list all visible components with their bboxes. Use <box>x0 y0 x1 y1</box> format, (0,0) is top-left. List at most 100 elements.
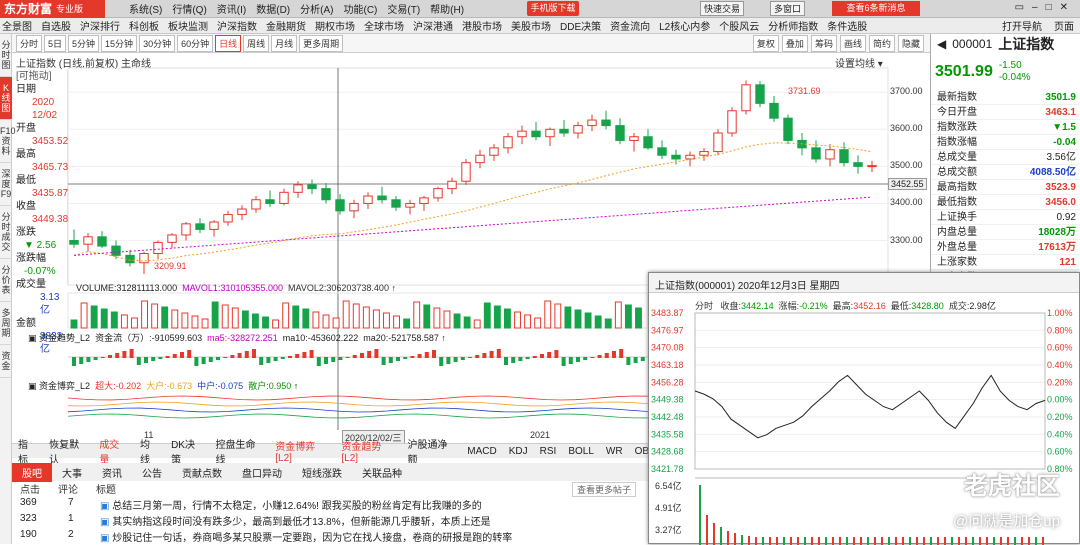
quote-value: 121 <box>1059 257 1076 268</box>
intraday-popup[interactable]: 上证指数(000001) 2020年12月3日 星期四 分时 收盘:3442.1… <box>648 272 1080 545</box>
quote-row: 最低指数 3456.0 <box>931 195 1080 210</box>
volume-bar <box>211 301 219 329</box>
cash-bar <box>144 357 148 363</box>
indicator-tab[interactable]: RSI <box>540 446 557 457</box>
volume-bar <box>443 310 451 329</box>
news-row[interactable]: 323 1 ▣ 其实纳指这段时间没有跌多少，最高到最低才13.8%，但新能源几乎腰斩… <box>20 513 648 528</box>
cash-bar <box>640 357 645 361</box>
popup-y-pct: 0.60% <box>1047 343 1073 353</box>
quote-label: 上涨家数 <box>937 257 977 268</box>
info-value: 3449.38 <box>32 214 69 225</box>
info-label: 涨跌 <box>16 227 36 238</box>
candle <box>83 233 93 252</box>
volume-bar <box>252 313 259 329</box>
cash-bar <box>403 357 408 359</box>
volume-bar <box>90 305 98 329</box>
news-clicks: 369 <box>20 497 37 508</box>
cash-bar <box>309 350 314 358</box>
volume-bar <box>574 309 582 329</box>
candle <box>811 140 821 163</box>
cash-bar <box>460 357 465 360</box>
cash-bar <box>554 350 559 358</box>
volume-bar <box>544 300 552 329</box>
intraday-price-line <box>694 374 1046 439</box>
indicator-tab[interactable]: 资金趋势[L2] <box>341 438 395 464</box>
quote-row: 外盘总量 17613万 <box>931 240 1080 255</box>
quote-label: 最低指数 <box>937 197 977 208</box>
quote-row: 最高指数 3523.9 <box>931 180 1080 195</box>
candle <box>601 110 611 130</box>
news-tab[interactable]: 短线涨跌 <box>292 463 352 482</box>
indicator-tab[interactable]: WR <box>606 446 623 457</box>
candle <box>517 125 527 145</box>
news-tab[interactable]: 大事 <box>52 463 92 482</box>
indicator-tab[interactable]: 成交量 <box>99 436 128 466</box>
volume-bar <box>624 304 632 329</box>
news-title[interactable]: ▣ 其实纳指这段时间没有跌多少，最高到最低才13.8%，但新能源几乎腰斩，本质上… <box>100 513 648 528</box>
quote-label: 内盘总量 <box>937 227 977 238</box>
indicator-tab[interactable]: 均线 <box>140 436 159 466</box>
indicator-tab[interactable]: OB <box>635 446 649 457</box>
candle <box>741 80 751 115</box>
candle <box>643 129 653 150</box>
candle <box>447 177 457 195</box>
indicator-tab[interactable]: BOLL <box>568 446 594 457</box>
price-tick: 3600.00 <box>890 123 923 134</box>
cash-bar <box>352 355 357 358</box>
indicator-tab[interactable]: MACD <box>467 446 496 457</box>
news-title-text: 总结三月第一周，行情不太稳定，小赚12.64%! 跟我买股的粉丝肯定有比我赚的多… <box>112 501 482 512</box>
cash-bar <box>187 350 192 358</box>
volume-bar <box>483 302 491 329</box>
cash-bar <box>532 356 537 358</box>
news-comments: 2 <box>68 529 74 540</box>
news-title[interactable]: ▣ 炒股记住一句话，券商喝多某只股票一定要跑，因为它在找人接盘，卷商的研报是跑的… <box>100 529 648 544</box>
candle <box>307 179 317 195</box>
news-tab[interactable]: 贡献点数 <box>172 463 232 482</box>
cash-bar <box>316 357 321 366</box>
candle <box>489 144 499 161</box>
volume-bar <box>231 307 239 329</box>
indicator-tab[interactable]: 指标 <box>18 436 37 466</box>
cash-bar <box>381 357 386 365</box>
indicator-tab[interactable]: 沪股通净额 <box>408 436 456 466</box>
indicator-tab[interactable]: DK决策 <box>171 436 203 466</box>
news-title[interactable]: ▣ 总结三月第一周，行情不太稳定，小赚12.64%! 跟我买股的粉丝肯定有比我赚… <box>100 497 648 512</box>
indicator-tab[interactable]: 控盘生命线 <box>215 436 263 466</box>
news-row[interactable]: 369 7 ▣ 总结三月第一周，行情不太稳定，小赚12.64%! 跟我买股的粉丝肯定… <box>20 497 648 512</box>
news-row[interactable]: 190 2 ▣ 炒股记住一句话，券商喝多某只股票一定要跑，因为它在找人接盘，卷商的研… <box>20 529 648 544</box>
news-tab[interactable]: 股吧 <box>12 462 52 482</box>
back-arrow-icon[interactable]: ◀ <box>937 37 946 51</box>
news-tabs: 股吧 大事 资讯 公告 贡献点数 盘口异动 短线涨跌 关联品种 <box>12 462 649 482</box>
quote-value: 3501.9 <box>1045 92 1076 103</box>
volume-bar <box>524 314 532 329</box>
popup-y-tick: 3428.68 <box>651 447 684 457</box>
news-tab[interactable]: 资讯 <box>92 463 132 482</box>
cash-bar <box>468 357 472 358</box>
low-label: 3209.91 <box>154 261 187 271</box>
info-label: 金额 <box>16 318 36 329</box>
indicator-tab[interactable]: 恢复默认 <box>49 436 87 466</box>
cash-bar <box>453 357 458 362</box>
news-tab[interactable]: 盘口异动 <box>232 463 292 482</box>
volume-bar <box>362 306 370 329</box>
popup-y-tick: 3463.18 <box>651 360 684 370</box>
candle <box>657 140 667 159</box>
info-label: 开盘 <box>16 123 36 134</box>
indicator-tab[interactable]: 资金博弈[L2] <box>275 438 329 464</box>
news-tab[interactable]: 公告 <box>132 463 172 482</box>
candle-info-panel[interactable]: [可拖动] 日期 2020 12/02 开盘 3453.52 最高 3465.73 最低 3435… <box>13 70 69 355</box>
candle <box>769 95 779 122</box>
cash-bar <box>158 357 163 359</box>
volume-bar <box>302 308 310 329</box>
quote-label: 外盘总量 <box>937 242 977 253</box>
indicator-tab[interactable]: KDJ <box>509 446 528 457</box>
volume-bar <box>564 306 572 329</box>
volume-bar <box>473 319 481 329</box>
news-title-text: 其实纳指这段时间没有跌多少，最高到最低才13.8%，但新能源几乎腰斩，本质上还是 <box>112 517 491 528</box>
news-tab[interactable]: 关联品种 <box>352 463 412 482</box>
cash-bar <box>100 357 105 358</box>
cash-bar <box>216 357 220 360</box>
info-value: 3435.87 <box>32 188 69 199</box>
popup-y-pct: 0.80% <box>1047 325 1073 335</box>
volume-bar <box>120 314 128 329</box>
